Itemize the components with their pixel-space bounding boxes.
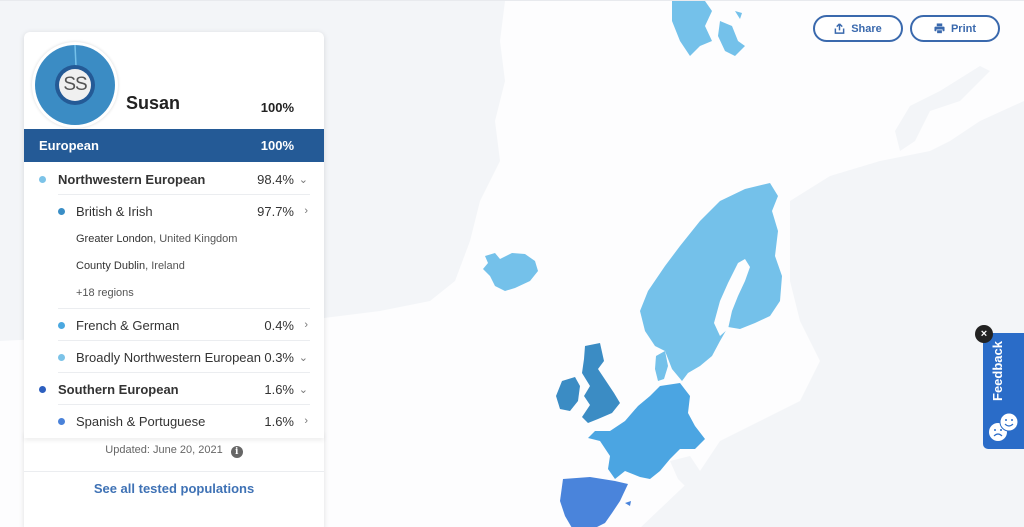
sub-region-country: Ireland: [151, 260, 185, 272]
sub-region-place: County Dublin: [76, 260, 146, 272]
user-total-percent: 100%: [260, 100, 294, 115]
chevron-right-icon[interactable]: ›: [304, 205, 308, 217]
info-icon[interactable]: i: [230, 446, 243, 458]
list-item-northwestern-european[interactable]: Northwestern European 98.4% ⌄: [24, 163, 324, 195]
region-header-european[interactable]: European 100%: [24, 129, 324, 162]
updated-text: Updated: June 20, 2021: [105, 444, 223, 456]
color-dot: [58, 353, 65, 361]
chevron-down-icon[interactable]: ⌄: [299, 351, 308, 364]
list-item-southern-european[interactable]: Southern European 1.6% ⌄: [24, 373, 324, 405]
item-percent: 1.6%: [264, 381, 294, 397]
region-label: European: [39, 138, 99, 153]
chevron-down-icon[interactable]: ⌄: [299, 383, 308, 396]
item-label: Southern European: [58, 381, 179, 397]
item-label: Spanish & Portuguese: [76, 413, 206, 429]
map-region-iceland[interactable]: [483, 253, 538, 291]
sub-region-greater-london: Greater London, United Kingdom: [76, 233, 238, 245]
list-item-british-irish[interactable]: British & Irish 97.7% ›: [24, 195, 324, 227]
item-percent: 0.4%: [264, 317, 294, 333]
map-region-scandinavia[interactable]: [640, 183, 782, 381]
sub-region-place: Greater London: [76, 233, 154, 245]
share-icon: [834, 23, 845, 34]
item-label: Northwestern European: [58, 171, 206, 187]
ancestry-donut-avatar: SS: [32, 42, 118, 128]
ancestry-breakdown-list: Northwestern European 98.4% ⌄ British & …: [24, 163, 324, 437]
list-item-french-german[interactable]: French & German 0.4% ›: [24, 309, 324, 341]
color-dot: [58, 321, 65, 329]
print-label: Print: [950, 22, 977, 35]
item-percent: 97.7%: [257, 203, 294, 219]
map-region-ireland[interactable]: [556, 377, 580, 411]
item-label: Broadly Northwestern European: [76, 349, 261, 365]
item-label: British & Irish: [76, 203, 153, 219]
user-name: Susan: [126, 93, 181, 113]
map-region-denmark[interactable]: [655, 351, 668, 381]
feedback-tab[interactable]: Feedback: [983, 333, 1024, 449]
sub-region-county-dublin: County Dublin, Ireland: [76, 260, 185, 272]
item-label: French & German: [76, 317, 180, 333]
see-all-populations-link[interactable]: See all tested populations: [24, 481, 324, 496]
chevron-down-icon[interactable]: ⌄: [299, 173, 308, 186]
item-percent: 98.4%: [257, 171, 294, 187]
share-button[interactable]: Share: [813, 15, 903, 42]
list-item-broadly-northwestern-european[interactable]: Broadly Northwestern European 0.3% ⌄: [24, 341, 324, 373]
footer-divider: [24, 471, 324, 472]
chevron-right-icon[interactable]: ›: [304, 415, 308, 427]
donut-segment-divider: [74, 44, 77, 67]
avatar-initials: SS: [63, 74, 87, 95]
sub-region-country: United Kingdom: [159, 233, 238, 245]
map-region-svalbard[interactable]: [672, 1, 745, 56]
map-region-balearics[interactable]: [625, 501, 631, 506]
feedback-label: Feedback: [990, 341, 1005, 401]
region-percent: 100%: [260, 138, 294, 153]
map-region-iberia[interactable]: [560, 477, 628, 527]
list-bottom-shadow: [24, 430, 324, 438]
share-label: Share: [851, 22, 882, 35]
item-percent: 0.3%: [264, 349, 294, 365]
chevron-right-icon[interactable]: ›: [304, 319, 308, 331]
more-regions-link[interactable]: +18 regions: [24, 281, 324, 309]
color-dot: [39, 175, 46, 183]
ancestry-panel: SS Susan 100% European 100% Northwestern…: [24, 32, 324, 527]
print-icon: [934, 23, 945, 34]
item-percent: 1.6%: [264, 413, 294, 429]
updated-date: Updated: June 20, 2021 i: [24, 444, 324, 458]
map-region-great-britain[interactable]: [582, 343, 620, 423]
close-icon: ×: [980, 328, 988, 340]
color-dot: [58, 417, 65, 425]
more-regions-label: +18 regions: [76, 287, 134, 299]
print-button[interactable]: Print: [910, 15, 1000, 42]
feedback-faces-icon: [989, 412, 1019, 441]
color-dot: [39, 385, 46, 393]
feedback-close-button[interactable]: ×: [975, 325, 993, 343]
color-dot: [58, 207, 65, 215]
ancestry-composition-page: SS Susan 100% European 100% Northwestern…: [0, 0, 1024, 527]
